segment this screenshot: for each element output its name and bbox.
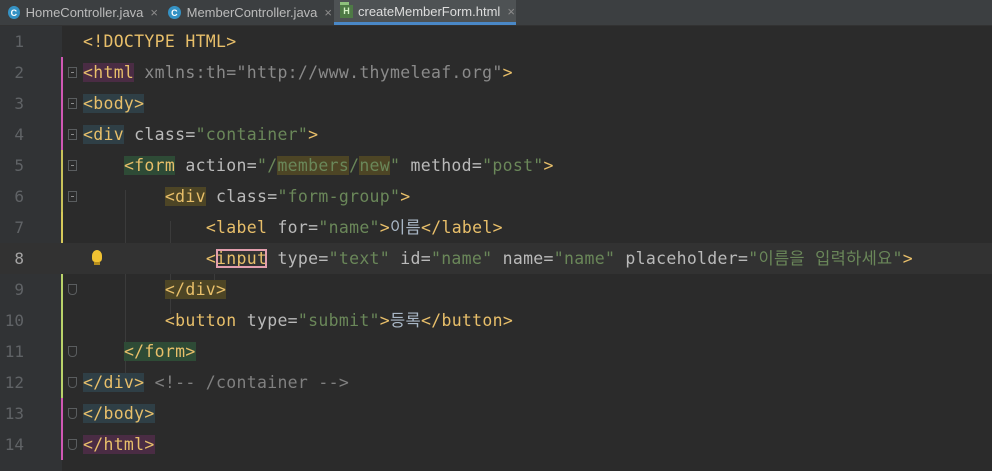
- code-text: </div> <!-- /container -->: [83, 373, 350, 392]
- code-line[interactable]: 11 </form>: [0, 336, 992, 367]
- tab-label: MemberController.java: [186, 5, 318, 20]
- code-text: <form action="/members/new" method="post…: [123, 156, 554, 175]
- code-text: <input type="text" id="name" name="name"…: [205, 249, 914, 268]
- close-icon[interactable]: ×: [324, 5, 332, 20]
- tab-label: createMemberForm.html: [358, 3, 501, 19]
- line-number: 1: [14, 32, 24, 51]
- matched-tag-name: input: [216, 249, 268, 268]
- code-line[interactable]: 3 <body>: [0, 88, 992, 119]
- code-line[interactable]: 9 </div>: [0, 274, 992, 305]
- code-line[interactable]: 6 <div class="form-group">: [0, 181, 992, 212]
- fold-end-marker-icon[interactable]: [68, 408, 77, 419]
- line-number: 7: [14, 218, 24, 237]
- line-number: 2: [14, 63, 24, 82]
- code-line-current[interactable]: 8 <input type="text" id="name" name="nam…: [0, 243, 992, 274]
- tab-label: HomeController.java: [25, 5, 144, 20]
- line-number: 11: [4, 342, 24, 361]
- line-number: 14: [4, 435, 24, 454]
- code-text: </body>: [83, 404, 155, 423]
- fold-end-marker-icon[interactable]: [68, 377, 77, 388]
- code-line[interactable]: 7 <label for="name">이름</label>: [0, 212, 992, 243]
- code-text: <label for="name">이름</label>: [205, 218, 503, 237]
- java-class-icon: C: [168, 6, 181, 19]
- line-number: 5: [14, 156, 24, 175]
- code-line[interactable]: 5 <form action="/members/new" method="po…: [0, 150, 992, 181]
- code-line[interactable]: 1 <!DOCTYPE HTML>: [0, 26, 992, 57]
- line-number: 12: [4, 373, 24, 392]
- fold-end-marker-icon[interactable]: [68, 346, 77, 357]
- editor-tab-bar: C HomeController.java × C MemberControll…: [0, 0, 992, 26]
- fold-marker-icon[interactable]: [68, 160, 77, 171]
- code-text: <button type="submit">등록</button>: [164, 311, 514, 330]
- code-line[interactable]: 13 </body>: [0, 398, 992, 429]
- code-text: </html>: [83, 435, 155, 454]
- fold-end-marker-icon[interactable]: [68, 284, 77, 295]
- close-icon[interactable]: ×: [150, 5, 158, 20]
- html-file-icon: H: [340, 1, 353, 18]
- fold-marker-icon[interactable]: [68, 98, 77, 109]
- line-number: 6: [14, 187, 24, 206]
- code-text: <div class="form-group">: [164, 187, 411, 206]
- code-text: </form>: [123, 342, 196, 361]
- code-text: </div>: [164, 280, 227, 299]
- java-class-icon: C: [8, 6, 20, 19]
- line-number: 10: [4, 311, 24, 330]
- code-text: <div class="container">: [83, 125, 319, 144]
- code-text: <body>: [83, 94, 145, 113]
- line-number: 4: [14, 125, 24, 144]
- code-line[interactable]: 12 </div> <!-- /container -->: [0, 367, 992, 398]
- tab-member-controller[interactable]: C MemberController.java ×: [168, 0, 332, 25]
- fold-marker-icon[interactable]: [68, 67, 77, 78]
- code-line[interactable]: 10 <button type="submit">등록</button>: [0, 305, 992, 336]
- close-icon[interactable]: ×: [507, 4, 515, 19]
- code-text: <!DOCTYPE HTML>: [83, 32, 237, 51]
- line-number: 13: [4, 404, 24, 423]
- code-line[interactable]: 4 <div class="container">: [0, 119, 992, 150]
- tab-home-controller[interactable]: C HomeController.java ×: [8, 0, 158, 25]
- line-number: 8: [14, 249, 24, 268]
- tab-create-member-form[interactable]: H createMemberForm.html ×: [334, 0, 516, 25]
- fold-marker-icon[interactable]: [68, 191, 77, 202]
- fold-end-marker-icon[interactable]: [68, 439, 77, 450]
- code-line[interactable]: 14 </html>: [0, 429, 992, 460]
- fold-marker-icon[interactable]: [68, 129, 77, 140]
- code-line[interactable]: 2 <html xmlns:th="http://www.thymeleaf.o…: [0, 57, 992, 88]
- code-editor[interactable]: 1 <!DOCTYPE HTML> 2 <html xmlns:th="http…: [0, 26, 992, 471]
- line-number: 9: [14, 280, 24, 299]
- code-text: <html xmlns:th="http://www.thymeleaf.org…: [83, 63, 513, 82]
- line-number: 3: [14, 94, 24, 113]
